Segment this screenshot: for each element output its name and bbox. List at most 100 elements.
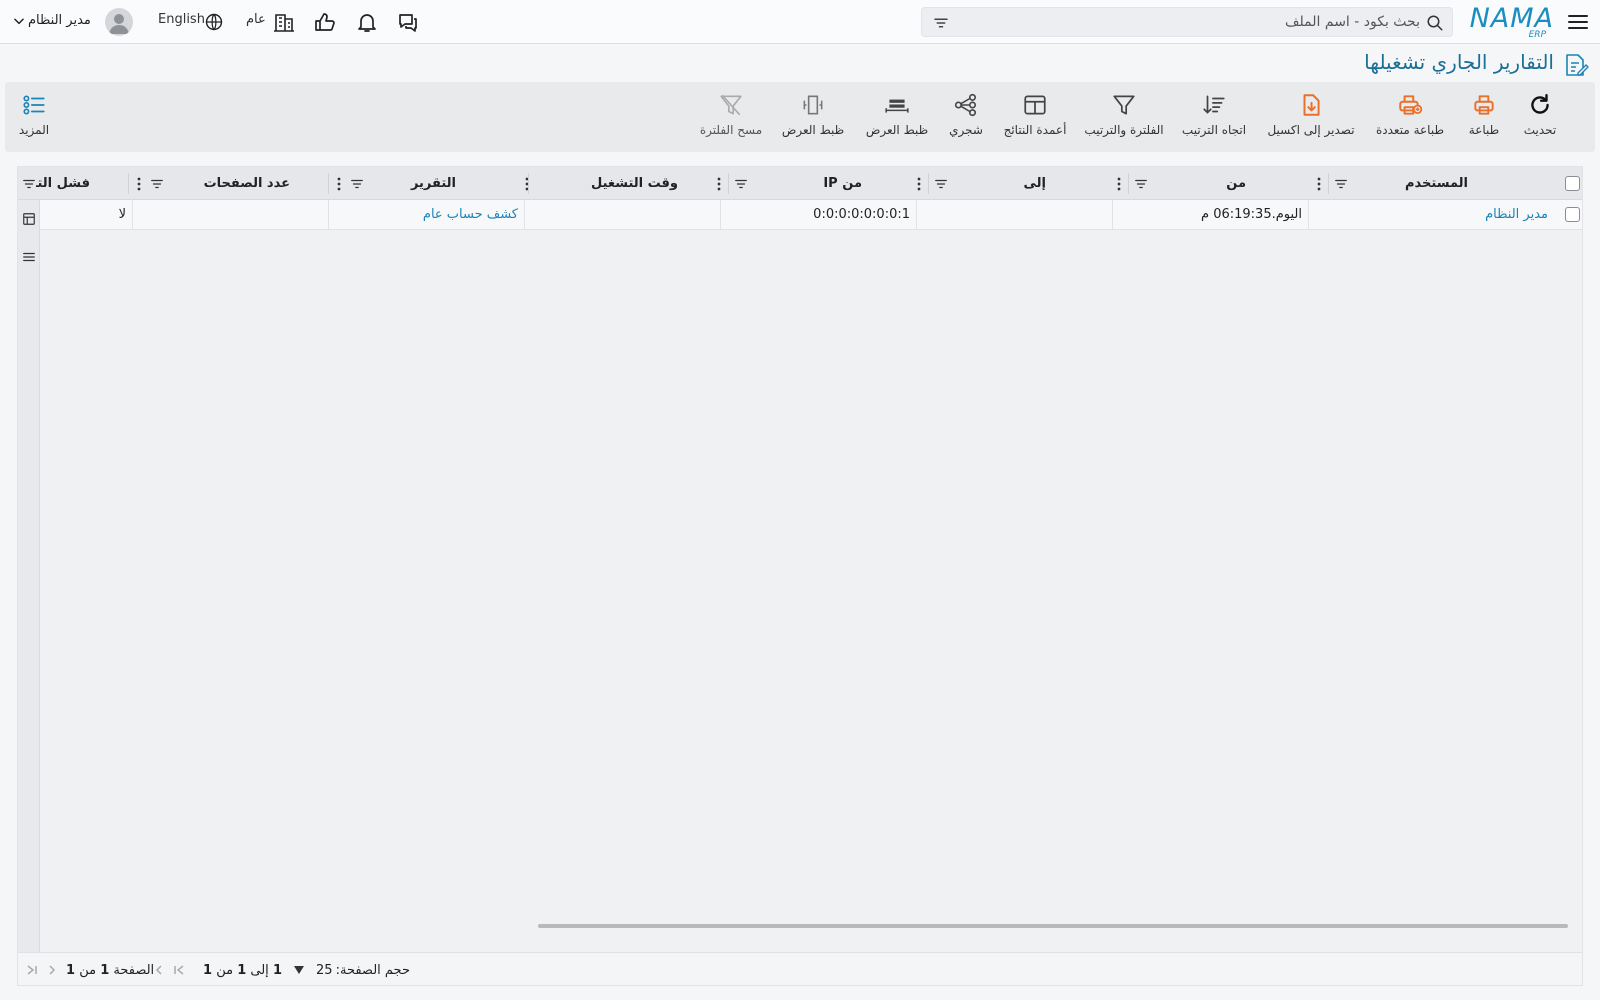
- reports-grid: المستخدم من إلى من IP وقت التشغيل التقري…: [17, 166, 1583, 986]
- fit-width-icon: [885, 99, 909, 113]
- cell-report[interactable]: كشف حساب عام: [328, 200, 524, 230]
- clear-filter-button[interactable]: مسح الفلترة: [693, 92, 769, 146]
- multi-print-label: طباعة متعددة: [1375, 123, 1444, 137]
- menu-icon[interactable]: [1566, 10, 1590, 34]
- sort-direction-button[interactable]: اتجاه الترتيب: [1175, 92, 1253, 146]
- cell-user[interactable]: مدير النظام: [1308, 200, 1554, 230]
- col-pages-label: عدد الصفحات: [203, 176, 290, 191]
- search-icon[interactable]: [1426, 14, 1444, 32]
- prev-page-icon[interactable]: [153, 964, 165, 976]
- sort-icon: [1203, 95, 1225, 114]
- refresh-label: تحديث: [1523, 123, 1557, 137]
- thumbs-up-icon[interactable]: [313, 10, 337, 34]
- page-size-label: حجم الصفحة:: [335, 963, 410, 978]
- column-filter-icon[interactable]: [734, 177, 748, 191]
- page-size-value: 25: [316, 963, 333, 978]
- caret-down-icon: [294, 966, 304, 974]
- range-end: 1: [237, 963, 247, 978]
- fit-height-icon: [803, 95, 823, 115]
- result-columns-button[interactable]: أعمدة النتائج: [998, 92, 1072, 146]
- page-of: من: [79, 963, 97, 978]
- column-menu-icon[interactable]: [336, 176, 342, 192]
- column-filter-icon[interactable]: [22, 177, 36, 191]
- col-from-ip-label: من IP: [823, 176, 862, 191]
- report-link[interactable]: كشف حساب عام: [423, 207, 518, 222]
- column-filter-icon[interactable]: [150, 177, 164, 191]
- branch-label[interactable]: عام: [246, 12, 266, 27]
- page-indicator: الصفحة 1 من 1: [66, 963, 154, 978]
- tree-label: شجري: [949, 123, 983, 137]
- toolbar: تحديث طباعة طباعة متعددة تصدير إلى اكسيل…: [5, 82, 1595, 152]
- fit-view-alt-label: ظبط العرض: [781, 123, 845, 137]
- row-checkbox[interactable]: [1565, 207, 1580, 222]
- more-button[interactable]: المزيد: [9, 92, 59, 146]
- range-start: 1: [272, 963, 282, 978]
- search-input[interactable]: [1000, 11, 1420, 33]
- bell-icon[interactable]: [355, 10, 379, 34]
- col-header-to[interactable]: إلى: [917, 167, 1126, 200]
- next-page-icon[interactable]: [46, 964, 58, 976]
- tree-icon: [954, 93, 977, 117]
- building-icon[interactable]: [272, 10, 296, 34]
- cell-from-ip: 0:0:0:0:0:0:0:1: [720, 200, 916, 230]
- grid-side-rail: [18, 200, 40, 952]
- cell-failed: لا: [40, 200, 132, 230]
- col-report-label: التقرير: [410, 176, 456, 191]
- table-view-icon[interactable]: [22, 212, 36, 226]
- list-view-icon[interactable]: [22, 250, 36, 264]
- column-filter-icon[interactable]: [1334, 177, 1348, 191]
- select-all-checkbox[interactable]: [1565, 176, 1580, 191]
- failed-value: لا: [118, 207, 126, 222]
- horizontal-scrollbar[interactable]: [538, 924, 1568, 928]
- search-filter-icon[interactable]: [932, 14, 950, 32]
- printer-icon: [1474, 95, 1494, 115]
- filter-sort-button[interactable]: الفلترة والترتيب: [1080, 92, 1168, 146]
- multi-print-button[interactable]: طباعة متعددة: [1369, 92, 1451, 146]
- col-header-report[interactable]: التقرير: [330, 167, 526, 200]
- column-filter-icon[interactable]: [350, 177, 364, 191]
- column-filter-icon[interactable]: [934, 177, 948, 191]
- user-link[interactable]: مدير النظام: [1485, 207, 1548, 222]
- column-divider: [1328, 173, 1329, 194]
- funnel-icon: [1113, 95, 1135, 115]
- print-button[interactable]: طباعة: [1460, 92, 1508, 146]
- refresh-button[interactable]: تحديث: [1515, 92, 1565, 146]
- page-current: 1: [100, 963, 110, 978]
- col-to-label: إلى: [1023, 176, 1047, 191]
- list-icon: [23, 95, 45, 115]
- language-switch[interactable]: English: [158, 12, 205, 27]
- globe-icon[interactable]: [204, 12, 224, 32]
- more-label: المزيد: [18, 123, 50, 137]
- table-row[interactable]: مدير النظام اليوم.06:19:35 م 0:0:0:0:0:0…: [40, 200, 1582, 230]
- first-page-icon[interactable]: [173, 964, 185, 976]
- col-header-pages[interactable]: عدد الصفحات: [130, 167, 326, 200]
- from-value: اليوم.06:19:35 م: [1201, 207, 1302, 222]
- page-size-select[interactable]: 25: [288, 959, 338, 981]
- columns-icon: [1024, 95, 1046, 115]
- col-header-from-ip[interactable]: من IP: [717, 167, 926, 200]
- export-excel-button[interactable]: تصدير إلى اكسيل: [1261, 92, 1361, 146]
- sort-direction-label: اتجاه الترتيب: [1181, 123, 1247, 137]
- page-total: 1: [66, 963, 76, 978]
- col-header-user[interactable]: المستخدم: [1317, 167, 1554, 200]
- range-total: 1: [203, 963, 213, 978]
- chat-icon[interactable]: [396, 10, 420, 34]
- multi-printer-icon: [1399, 95, 1423, 115]
- column-filter-icon[interactable]: [1134, 177, 1148, 191]
- column-divider: [128, 173, 129, 194]
- last-page-icon[interactable]: [26, 964, 38, 976]
- column-divider: [728, 173, 729, 194]
- grid-header: المستخدم من إلى من IP وقت التشغيل التقري…: [18, 167, 1582, 200]
- col-header-run-time[interactable]: وقت التشغيل: [525, 167, 726, 200]
- result-columns-label: أعمدة النتائج: [1003, 123, 1067, 137]
- fit-view-alt-button[interactable]: ظبط العرض: [777, 92, 849, 146]
- col-from-label: من: [1226, 176, 1246, 191]
- col-header-failed[interactable]: فشل التنـ: [18, 167, 126, 200]
- column-divider: [1128, 173, 1129, 194]
- tree-view-button[interactable]: شجري: [942, 92, 990, 146]
- fit-view-button[interactable]: ظبط العرض: [860, 92, 934, 146]
- page-title: التقارير الجاري تشغيلها: [1364, 50, 1554, 74]
- col-header-from[interactable]: من: [1117, 167, 1326, 200]
- column-menu-icon[interactable]: [136, 176, 142, 192]
- nama-logo[interactable]: NAMA ERP: [1470, 3, 1554, 41]
